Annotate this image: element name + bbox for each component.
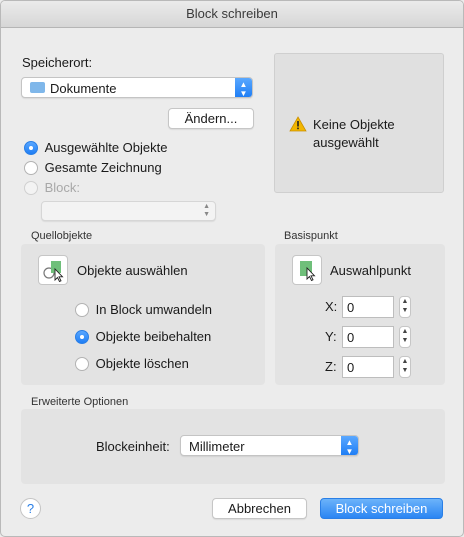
preview-panel: Keine Objekte ausgewählt xyxy=(274,53,444,193)
dialog-window: Block schreiben Speicherort: Dokumente ▲… xyxy=(0,0,464,537)
radio-on-icon xyxy=(24,140,38,155)
radio-convert-to-block[interactable]: In Block umwandeln xyxy=(75,301,212,317)
radio-label: Objekte löschen xyxy=(95,356,189,372)
window-title: Block schreiben xyxy=(1,1,463,28)
advanced-options-group: Blockeinheit: Millimeter ▲ ▼ xyxy=(21,409,445,484)
x-label: X: xyxy=(325,299,338,314)
z-field[interactable]: 0 xyxy=(342,356,394,378)
popup-arrows-icon: ▲ ▼ xyxy=(341,436,358,456)
radio-delete-objects[interactable]: Objekte löschen xyxy=(75,355,189,371)
popup-arrows-icon: ▲ ▼ xyxy=(235,78,252,98)
cancel-button[interactable]: Abbrechen xyxy=(212,498,307,519)
warning-icon xyxy=(289,116,307,132)
write-block-button[interactable]: Block schreiben xyxy=(320,498,443,519)
pick-point-icon xyxy=(300,261,316,282)
radio-label: Block: xyxy=(44,180,81,196)
radio-label: Gesamte Zeichnung xyxy=(44,160,162,176)
storage-location-popup[interactable]: Dokumente ▲ ▼ xyxy=(21,77,253,98)
radio-label: Ausgewählte Objekte xyxy=(44,140,168,156)
block-unit-value: Millimeter xyxy=(189,439,245,454)
select-objects-icon xyxy=(43,261,64,283)
radio-whole-drawing[interactable]: Gesamte Zeichnung xyxy=(24,159,162,175)
radio-block: Block: xyxy=(24,179,80,195)
radio-off-icon xyxy=(75,302,89,317)
radio-off-icon xyxy=(75,356,89,371)
x-stepper[interactable]: ▲ ▼ xyxy=(399,296,411,318)
base-point-title: Basispunkt xyxy=(284,230,338,242)
source-objects-title: Quellobjekte xyxy=(31,230,93,242)
source-objects-group: Objekte auswählen In Block umwandeln Obj… xyxy=(21,244,265,385)
x-field[interactable]: 0 xyxy=(342,296,394,318)
radio-keep-objects[interactable]: Objekte beibehalten xyxy=(75,328,211,344)
storage-label: Speicherort: xyxy=(22,55,93,70)
advanced-options-title: Erweiterte Optionen xyxy=(31,396,129,408)
radio-on-icon xyxy=(75,329,89,344)
select-objects-label[interactable]: Objekte auswählen xyxy=(77,263,188,278)
radio-label: Objekte beibehalten xyxy=(95,329,212,345)
radio-label: In Block umwandeln xyxy=(95,302,212,318)
radio-disabled-icon xyxy=(24,180,38,195)
select-objects-icon-button[interactable] xyxy=(38,255,68,285)
y-stepper[interactable]: ▲ ▼ xyxy=(399,326,411,348)
storage-location-value: Dokumente xyxy=(50,81,117,96)
chevron-updown-icon: ▲ ▼ xyxy=(203,203,210,218)
z-stepper[interactable]: ▲ ▼ xyxy=(399,356,411,378)
y-label: Y: xyxy=(325,329,337,344)
preview-message: Keine Objekte ausgewählt xyxy=(313,117,395,150)
folder-icon xyxy=(30,82,45,93)
block-unit-popup[interactable]: Millimeter ▲ ▼ xyxy=(180,435,359,456)
change-button[interactable]: Ändern... xyxy=(168,108,254,129)
block-name-popup: ▲ ▼ xyxy=(41,201,216,221)
radio-selected-objects[interactable]: Ausgewählte Objekte xyxy=(24,139,167,155)
base-point-group: Auswahlpunkt X: 0 ▲ ▼ Y: 0 ▲ ▼ Z: 0 ▲ ▼ xyxy=(275,244,445,385)
radio-off-icon xyxy=(24,160,38,175)
z-label: Z: xyxy=(325,359,337,374)
block-unit-label: Blockeinheit: xyxy=(96,439,170,454)
y-field[interactable]: 0 xyxy=(342,326,394,348)
pick-point-icon-button[interactable] xyxy=(292,255,322,285)
pick-point-label[interactable]: Auswahlpunkt xyxy=(330,263,411,278)
help-button[interactable]: ? xyxy=(20,498,41,519)
